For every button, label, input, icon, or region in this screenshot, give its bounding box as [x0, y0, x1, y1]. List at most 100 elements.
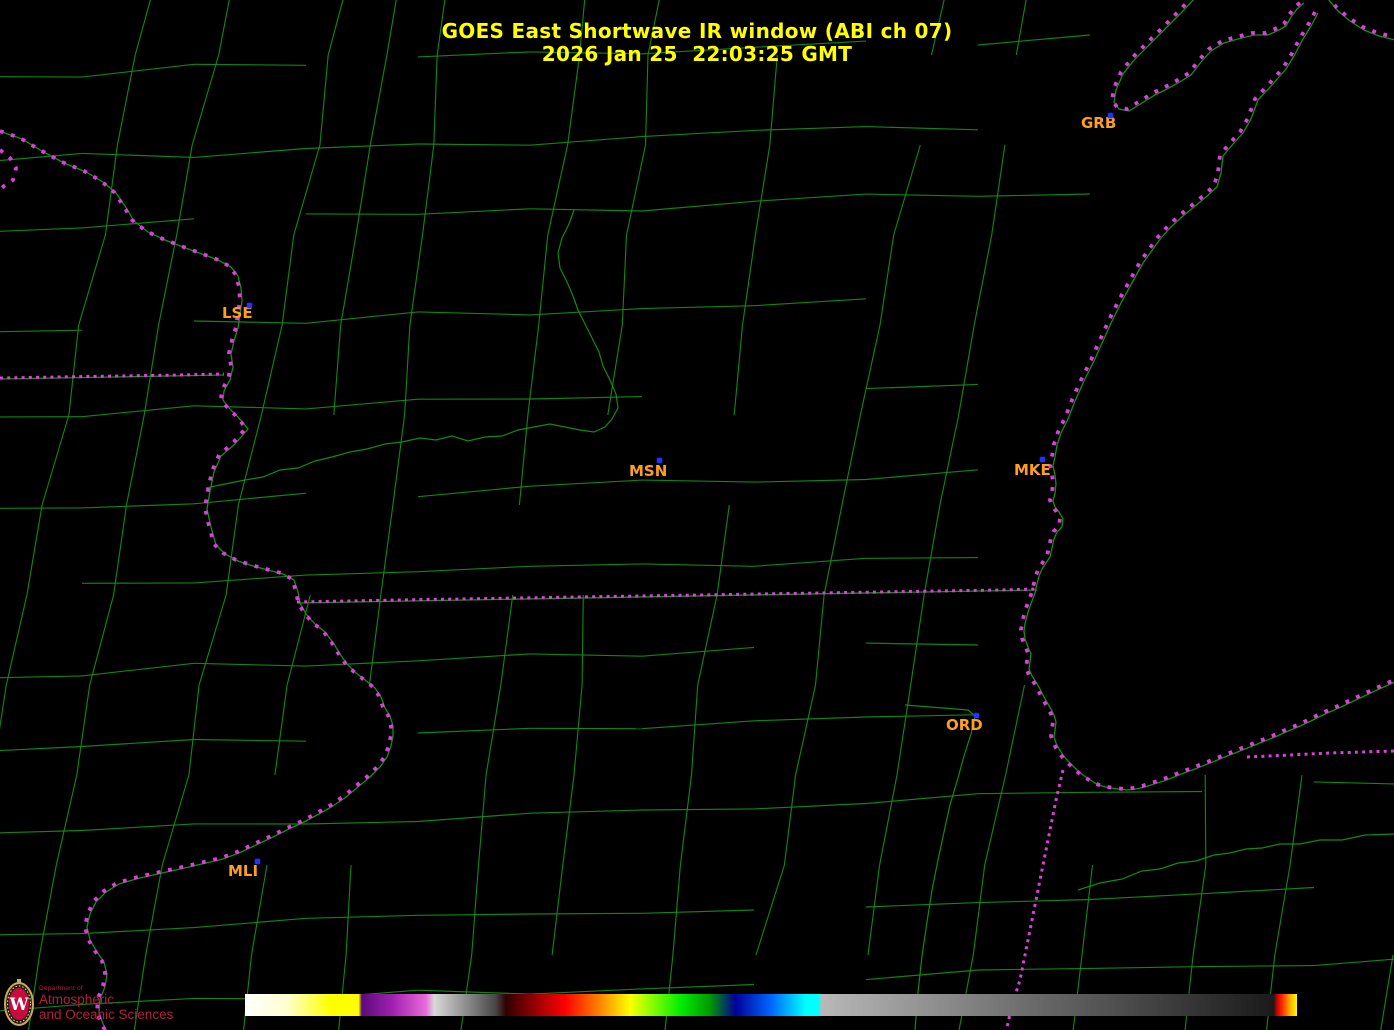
station-dot-ord [974, 713, 979, 718]
county-boundary-line [105, 145, 117, 235]
county-boundary-line [866, 127, 978, 130]
kankakee-river-line [1078, 834, 1394, 890]
county-boundary-line [866, 558, 978, 559]
county-boundary-line [866, 470, 978, 480]
county-boundary-line [717, 505, 729, 595]
county-boundary-line [622, 235, 626, 325]
county-boundary-line [796, 685, 816, 775]
uw-crest-icon: W [4, 979, 34, 1028]
county-boundary-line [692, 685, 698, 775]
county-boundary-line [0, 77, 82, 78]
county-boundary-line [754, 804, 866, 809]
mississippi-river-dotted-border [0, 131, 391, 1030]
county-boundary-line [306, 572, 418, 575]
county-boundary-line [530, 810, 642, 813]
county-boundary-line [552, 865, 563, 955]
county-boundary-line [275, 685, 287, 775]
county-boundary-line [434, 55, 437, 145]
county-boundary-line [1006, 685, 1025, 775]
county-boundary-line [530, 137, 642, 146]
county-boundary-line [194, 493, 306, 504]
crest-letter: W [8, 995, 29, 1015]
temperature-colorbar [245, 994, 1297, 1016]
county-boundary-line [418, 486, 530, 497]
county-boundary-line [6, 595, 27, 685]
map-title: GOES East Shortwave IR window (ABI ch 07… [0, 20, 1394, 43]
county-boundary-line [842, 415, 860, 505]
county-boundary-line [370, 55, 387, 145]
county-boundary-line [816, 595, 825, 685]
county-boundary-line [642, 647, 754, 656]
county-boundary-line [880, 235, 894, 325]
title-block: GOES East Shortwave IR window (ABI ch 07… [0, 20, 1394, 66]
county-boundary-line [743, 235, 756, 325]
county-boundary-line [1290, 775, 1302, 865]
county-boundary-line [405, 325, 410, 415]
county-boundary-line [754, 299, 866, 306]
county-boundary-line [664, 955, 673, 1030]
county-boundary-line [646, 55, 649, 145]
county-boundary-line [194, 149, 306, 158]
county-boundary-line [306, 915, 418, 918]
county-boundary-line [306, 822, 418, 825]
county-boundary-line [680, 775, 691, 865]
county-boundary-line [479, 775, 487, 865]
county-boundary-line [393, 415, 405, 505]
county-boundary-line [82, 153, 194, 157]
logo-oceanic-sciences: and Oceanic Sciences [39, 1007, 173, 1022]
county-boundary-line [0, 676, 82, 679]
county-boundary-line [1082, 865, 1093, 955]
county-boundary-line [127, 415, 145, 505]
county-boundary-line [956, 955, 973, 1030]
county-boundary-line [334, 325, 341, 415]
lake-michigan-shoreline [1021, 12, 1394, 789]
county-boundary-line [574, 685, 582, 775]
uw-aos-logo: W Department of Atmospheric and Oceanic … [4, 979, 173, 1028]
county-boundary-line [784, 775, 795, 865]
county-boundary-line [194, 406, 306, 409]
county-boundary-line [79, 235, 106, 325]
county-boundary-line [642, 306, 754, 309]
county-boundary-line [194, 740, 306, 742]
station-dot-mli [255, 859, 260, 864]
county-boundary-line [974, 235, 992, 325]
county-boundary-line [582, 595, 583, 685]
county-boundary-line [642, 201, 754, 211]
county-boundary-line [530, 564, 642, 566]
county-boundary-line [0, 831, 82, 834]
county-boundary-line [306, 312, 418, 323]
county-boundary-line [418, 654, 530, 661]
wisconsin-river-line [206, 210, 618, 488]
county-boundary-line [501, 595, 513, 685]
county-boundary-line [539, 235, 548, 325]
county-boundary-line [418, 914, 530, 915]
county-boundary-line [306, 144, 418, 149]
logo-text: Department of Atmospheric and Oceanic Sc… [39, 979, 173, 1022]
county-boundary-line [1314, 782, 1394, 785]
county-boundary-line [897, 685, 911, 775]
county-boundary-line [642, 721, 754, 729]
station-label-mli: MLI [228, 864, 258, 879]
county-boundary-line [1314, 957, 1394, 966]
in-mi-state-border [1247, 751, 1394, 757]
county-boundary-line [868, 865, 880, 955]
county-boundary-line [924, 505, 940, 595]
county-boundary-line [242, 955, 252, 1030]
county-boundary-line [754, 194, 866, 201]
county-boundary-line [42, 415, 69, 505]
county-boundary-line [226, 505, 238, 595]
county-boundary-line [0, 685, 6, 775]
county-boundary-line [418, 209, 530, 215]
county-boundary-line [320, 55, 328, 145]
county-boundary-line [114, 505, 127, 595]
county-boundary-line [1202, 966, 1314, 967]
county-boundary-line [306, 399, 418, 409]
county-boundary-line [755, 145, 769, 235]
county-boundary-line [82, 663, 194, 676]
county-boundary-line [337, 955, 346, 1030]
station-label-lse: LSE [222, 306, 253, 321]
satellite-image-stage: GOES East Shortwave IR window (ABI ch 07… [0, 0, 1394, 1030]
station-label-msn: MSN [629, 464, 667, 479]
county-boundary-line [472, 865, 479, 955]
county-boundary-line [69, 325, 79, 415]
